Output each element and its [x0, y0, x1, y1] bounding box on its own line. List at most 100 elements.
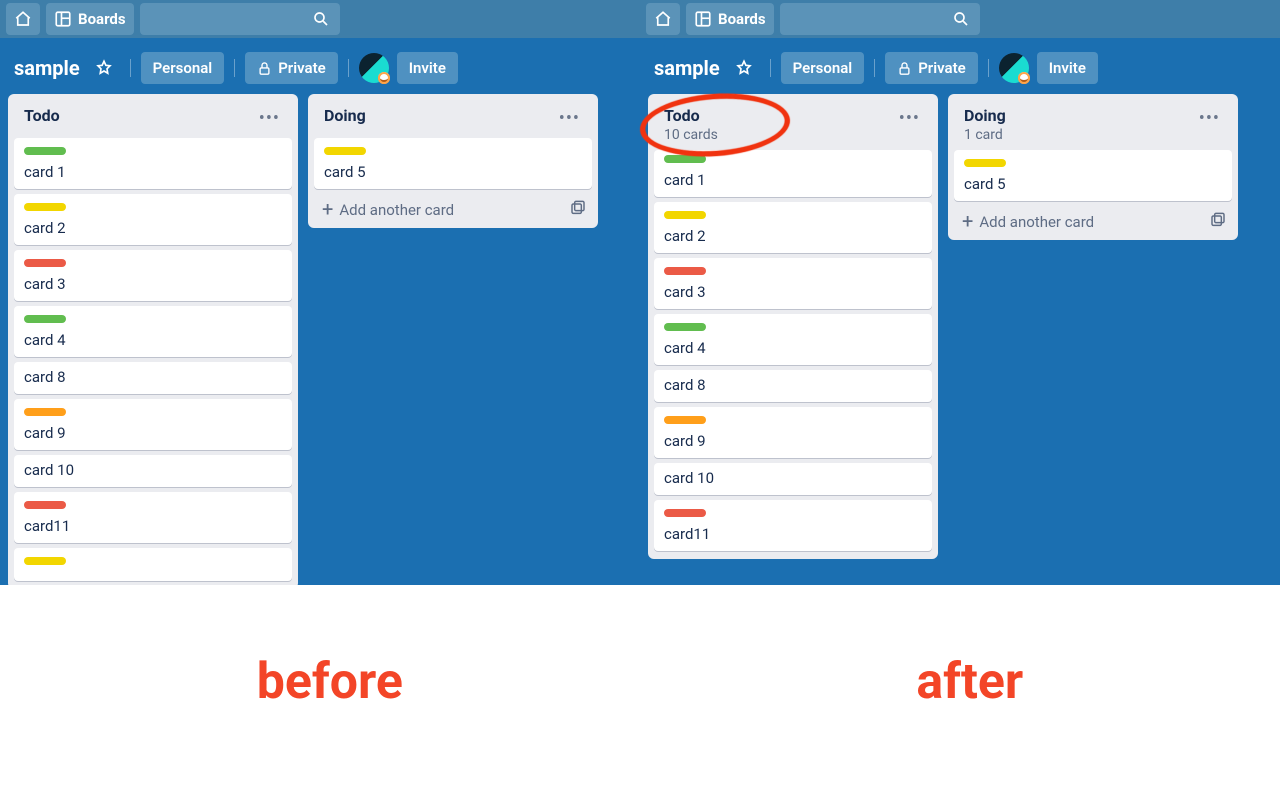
- caption-row: before after: [0, 653, 1280, 711]
- card[interactable]: [14, 548, 292, 581]
- list: Doing1 card•••card 5+Add another card: [948, 94, 1238, 240]
- team-button[interactable]: Personal: [141, 52, 225, 84]
- card[interactable]: card 3: [14, 250, 292, 301]
- card-label[interactable]: [24, 501, 66, 509]
- avatar[interactable]: [999, 53, 1029, 83]
- home-button[interactable]: [6, 3, 40, 35]
- list-title[interactable]: Todo: [24, 106, 60, 125]
- card-label[interactable]: [664, 509, 706, 517]
- list-menu-button[interactable]: •••: [1195, 106, 1224, 131]
- card[interactable]: card 5: [954, 150, 1232, 201]
- list-title[interactable]: Doing: [324, 106, 366, 125]
- board-title[interactable]: sample: [654, 56, 720, 80]
- avatar[interactable]: [359, 53, 389, 83]
- card[interactable]: card 10: [654, 463, 932, 495]
- home-icon: [14, 10, 32, 28]
- visibility-button[interactable]: Private: [245, 52, 338, 84]
- card[interactable]: card 1: [654, 150, 932, 197]
- card[interactable]: card 2: [654, 202, 932, 253]
- card-label[interactable]: [24, 315, 66, 323]
- home-button[interactable]: [646, 3, 680, 35]
- card-title: card 9: [664, 432, 922, 450]
- card[interactable]: card 3: [654, 258, 932, 309]
- list-menu-button[interactable]: •••: [555, 106, 584, 131]
- card-title: card 3: [24, 275, 282, 293]
- card-title: card 10: [664, 469, 922, 487]
- topbar: Boards: [640, 0, 1280, 38]
- card-title: card 8: [24, 368, 282, 386]
- card[interactable]: card 8: [654, 370, 932, 402]
- list-header: Doing •••: [314, 100, 592, 133]
- board-header: sample Personal Private Invite: [0, 38, 640, 94]
- card-title: card 5: [964, 175, 1222, 193]
- caption-after: after: [916, 653, 1023, 711]
- invite-button[interactable]: Invite: [397, 52, 458, 84]
- star-button[interactable]: [88, 52, 120, 84]
- list-menu-button[interactable]: •••: [895, 106, 924, 131]
- card[interactable]: card11: [654, 500, 932, 551]
- card-label[interactable]: [24, 147, 66, 155]
- card-label[interactable]: [664, 323, 706, 331]
- divider: [988, 59, 989, 77]
- board-title[interactable]: sample: [14, 56, 80, 80]
- card[interactable]: card 2: [14, 194, 292, 245]
- add-card-button[interactable]: +Add another card: [954, 206, 1232, 232]
- card-label[interactable]: [664, 211, 706, 219]
- card[interactable]: card 5: [314, 138, 592, 189]
- template-icon[interactable]: [1210, 212, 1226, 232]
- card[interactable]: card 9: [14, 399, 292, 450]
- list-title[interactable]: Doing: [964, 106, 1006, 125]
- team-button[interactable]: Personal: [781, 52, 865, 84]
- board-canvas: Todo10 cards•••card 1card 2card 3card 4c…: [640, 94, 1280, 559]
- pane-before: Boards sample Personal Private: [0, 0, 640, 585]
- divider: [348, 59, 349, 77]
- plus-icon: +: [322, 202, 333, 216]
- card[interactable]: card 10: [14, 455, 292, 487]
- list-title[interactable]: Todo: [664, 106, 718, 125]
- trello-app: Boards sample Personal Private: [640, 0, 1280, 585]
- card-label[interactable]: [24, 259, 66, 267]
- card[interactable]: card 4: [654, 314, 932, 365]
- card-label[interactable]: [24, 408, 66, 416]
- boards-icon: [694, 10, 712, 28]
- search-input[interactable]: [780, 3, 980, 35]
- visibility-button[interactable]: Private: [885, 52, 978, 84]
- card[interactable]: card 8: [14, 362, 292, 394]
- invite-button[interactable]: Invite: [1037, 52, 1098, 84]
- boards-label: Boards: [718, 10, 766, 28]
- add-card-label: Add another card: [339, 201, 454, 219]
- boards-button[interactable]: Boards: [686, 3, 774, 35]
- divider: [130, 59, 131, 77]
- board-header: sample Personal Private Invite: [640, 38, 1280, 94]
- card[interactable]: card 1: [14, 138, 292, 189]
- card-title: card 1: [24, 163, 282, 181]
- card-label[interactable]: [324, 147, 366, 155]
- card-label[interactable]: [24, 203, 66, 211]
- boards-icon: [54, 10, 72, 28]
- card-label[interactable]: [664, 267, 706, 275]
- divider: [770, 59, 771, 77]
- card[interactable]: card 4: [14, 306, 292, 357]
- boards-button[interactable]: Boards: [46, 3, 134, 35]
- boards-label: Boards: [78, 10, 126, 28]
- list-menu-button[interactable]: •••: [255, 106, 284, 131]
- list-header: Todo •••: [14, 100, 292, 133]
- card[interactable]: card11: [14, 492, 292, 543]
- star-icon: [95, 59, 113, 77]
- divider: [874, 59, 875, 77]
- home-icon: [654, 10, 672, 28]
- card-label[interactable]: [24, 557, 66, 565]
- template-icon[interactable]: [570, 200, 586, 220]
- card-label[interactable]: [664, 155, 706, 163]
- card-title: card 2: [664, 227, 922, 245]
- search-input[interactable]: [140, 3, 340, 35]
- add-card-button[interactable]: + Add another card: [314, 194, 592, 220]
- card-title: card 2: [24, 219, 282, 237]
- list: Doing ••• card 5 + Add another card: [308, 94, 598, 228]
- card-label[interactable]: [964, 159, 1006, 167]
- card[interactable]: card 9: [654, 407, 932, 458]
- card-label[interactable]: [664, 416, 706, 424]
- star-icon: [735, 59, 753, 77]
- star-button[interactable]: [728, 52, 760, 84]
- card-title: card 4: [24, 331, 282, 349]
